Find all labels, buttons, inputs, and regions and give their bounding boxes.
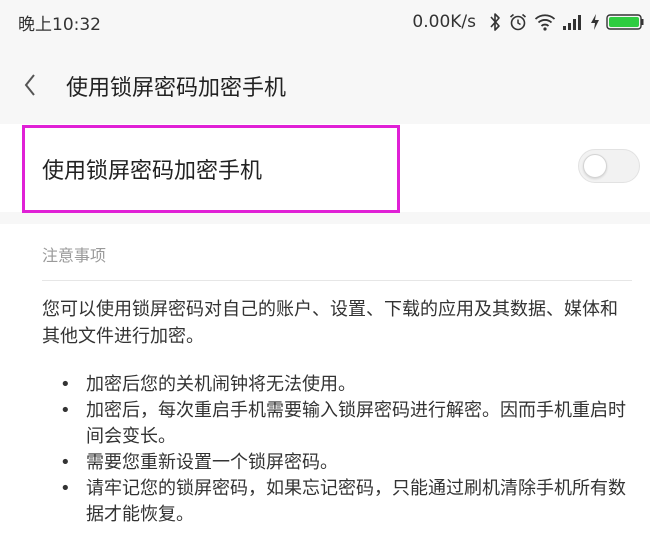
encrypt-toggle[interactable]	[578, 149, 640, 183]
signal-icon	[562, 13, 584, 31]
chevron-left-icon[interactable]	[20, 70, 40, 100]
status-icons: 0.00K/s	[412, 9, 644, 35]
notes-section: 注意事项 您可以使用锁屏密码对自己的账户、设置、下载的应用及其数据、媒体和其他文…	[0, 224, 650, 546]
list-item: • 加密后您的关机闹钟将无法使用。	[60, 372, 632, 398]
encrypt-phone-setting[interactable]: 使用锁屏密码加密手机	[0, 124, 650, 213]
list-item-text: 加密后，每次重启手机需要输入锁屏密码进行解密。因而手机重启时间会变长。	[86, 400, 626, 447]
status-time: 晚上10:32	[18, 15, 101, 35]
bullet: •	[60, 400, 71, 421]
toggle-knob	[583, 154, 607, 178]
bullet: •	[60, 374, 71, 395]
network-speed: 0.00K/s	[412, 12, 476, 32]
bluetooth-icon	[488, 12, 502, 32]
notes-heading: 注意事项	[42, 246, 107, 265]
list-item: • 需要您重新设置一个锁屏密码。	[60, 450, 632, 476]
status-bar: 晚上10:32 0.00K/s	[0, 0, 650, 46]
notes-list: • 加密后您的关机闹钟将无法使用。 • 加密后，每次重启手机需要输入锁屏密码进行…	[60, 372, 632, 528]
list-item: • 请牢记您的锁屏密码，如果忘记密码，只能通过刷机清除手机所有数据才能恢复。	[60, 476, 632, 528]
alarm-icon	[508, 12, 528, 32]
page-title: 使用锁屏密码加密手机	[66, 76, 287, 101]
bullet: •	[60, 478, 71, 499]
list-item-text: 请牢记您的锁屏密码，如果忘记密码，只能通过刷机清除手机所有数据才能恢复。	[86, 478, 626, 525]
list-item: • 加密后，每次重启手机需要输入锁屏密码进行解密。因而手机重启时间会变长。	[60, 398, 632, 450]
battery-icon	[606, 13, 644, 31]
charging-icon	[590, 13, 600, 31]
notes-intro: 您可以使用锁屏密码对自己的账户、设置、下载的应用及其数据、媒体和其他文件进行加密…	[42, 299, 618, 347]
divider	[42, 280, 632, 281]
list-item-text: 需要您重新设置一个锁屏密码。	[86, 452, 338, 473]
wifi-icon	[534, 13, 556, 31]
header: 使用锁屏密码加密手机	[0, 46, 650, 124]
bullet: •	[60, 452, 71, 473]
setting-label: 使用锁屏密码加密手机	[42, 159, 263, 184]
list-item-text: 加密后您的关机闹钟将无法使用。	[86, 374, 356, 395]
